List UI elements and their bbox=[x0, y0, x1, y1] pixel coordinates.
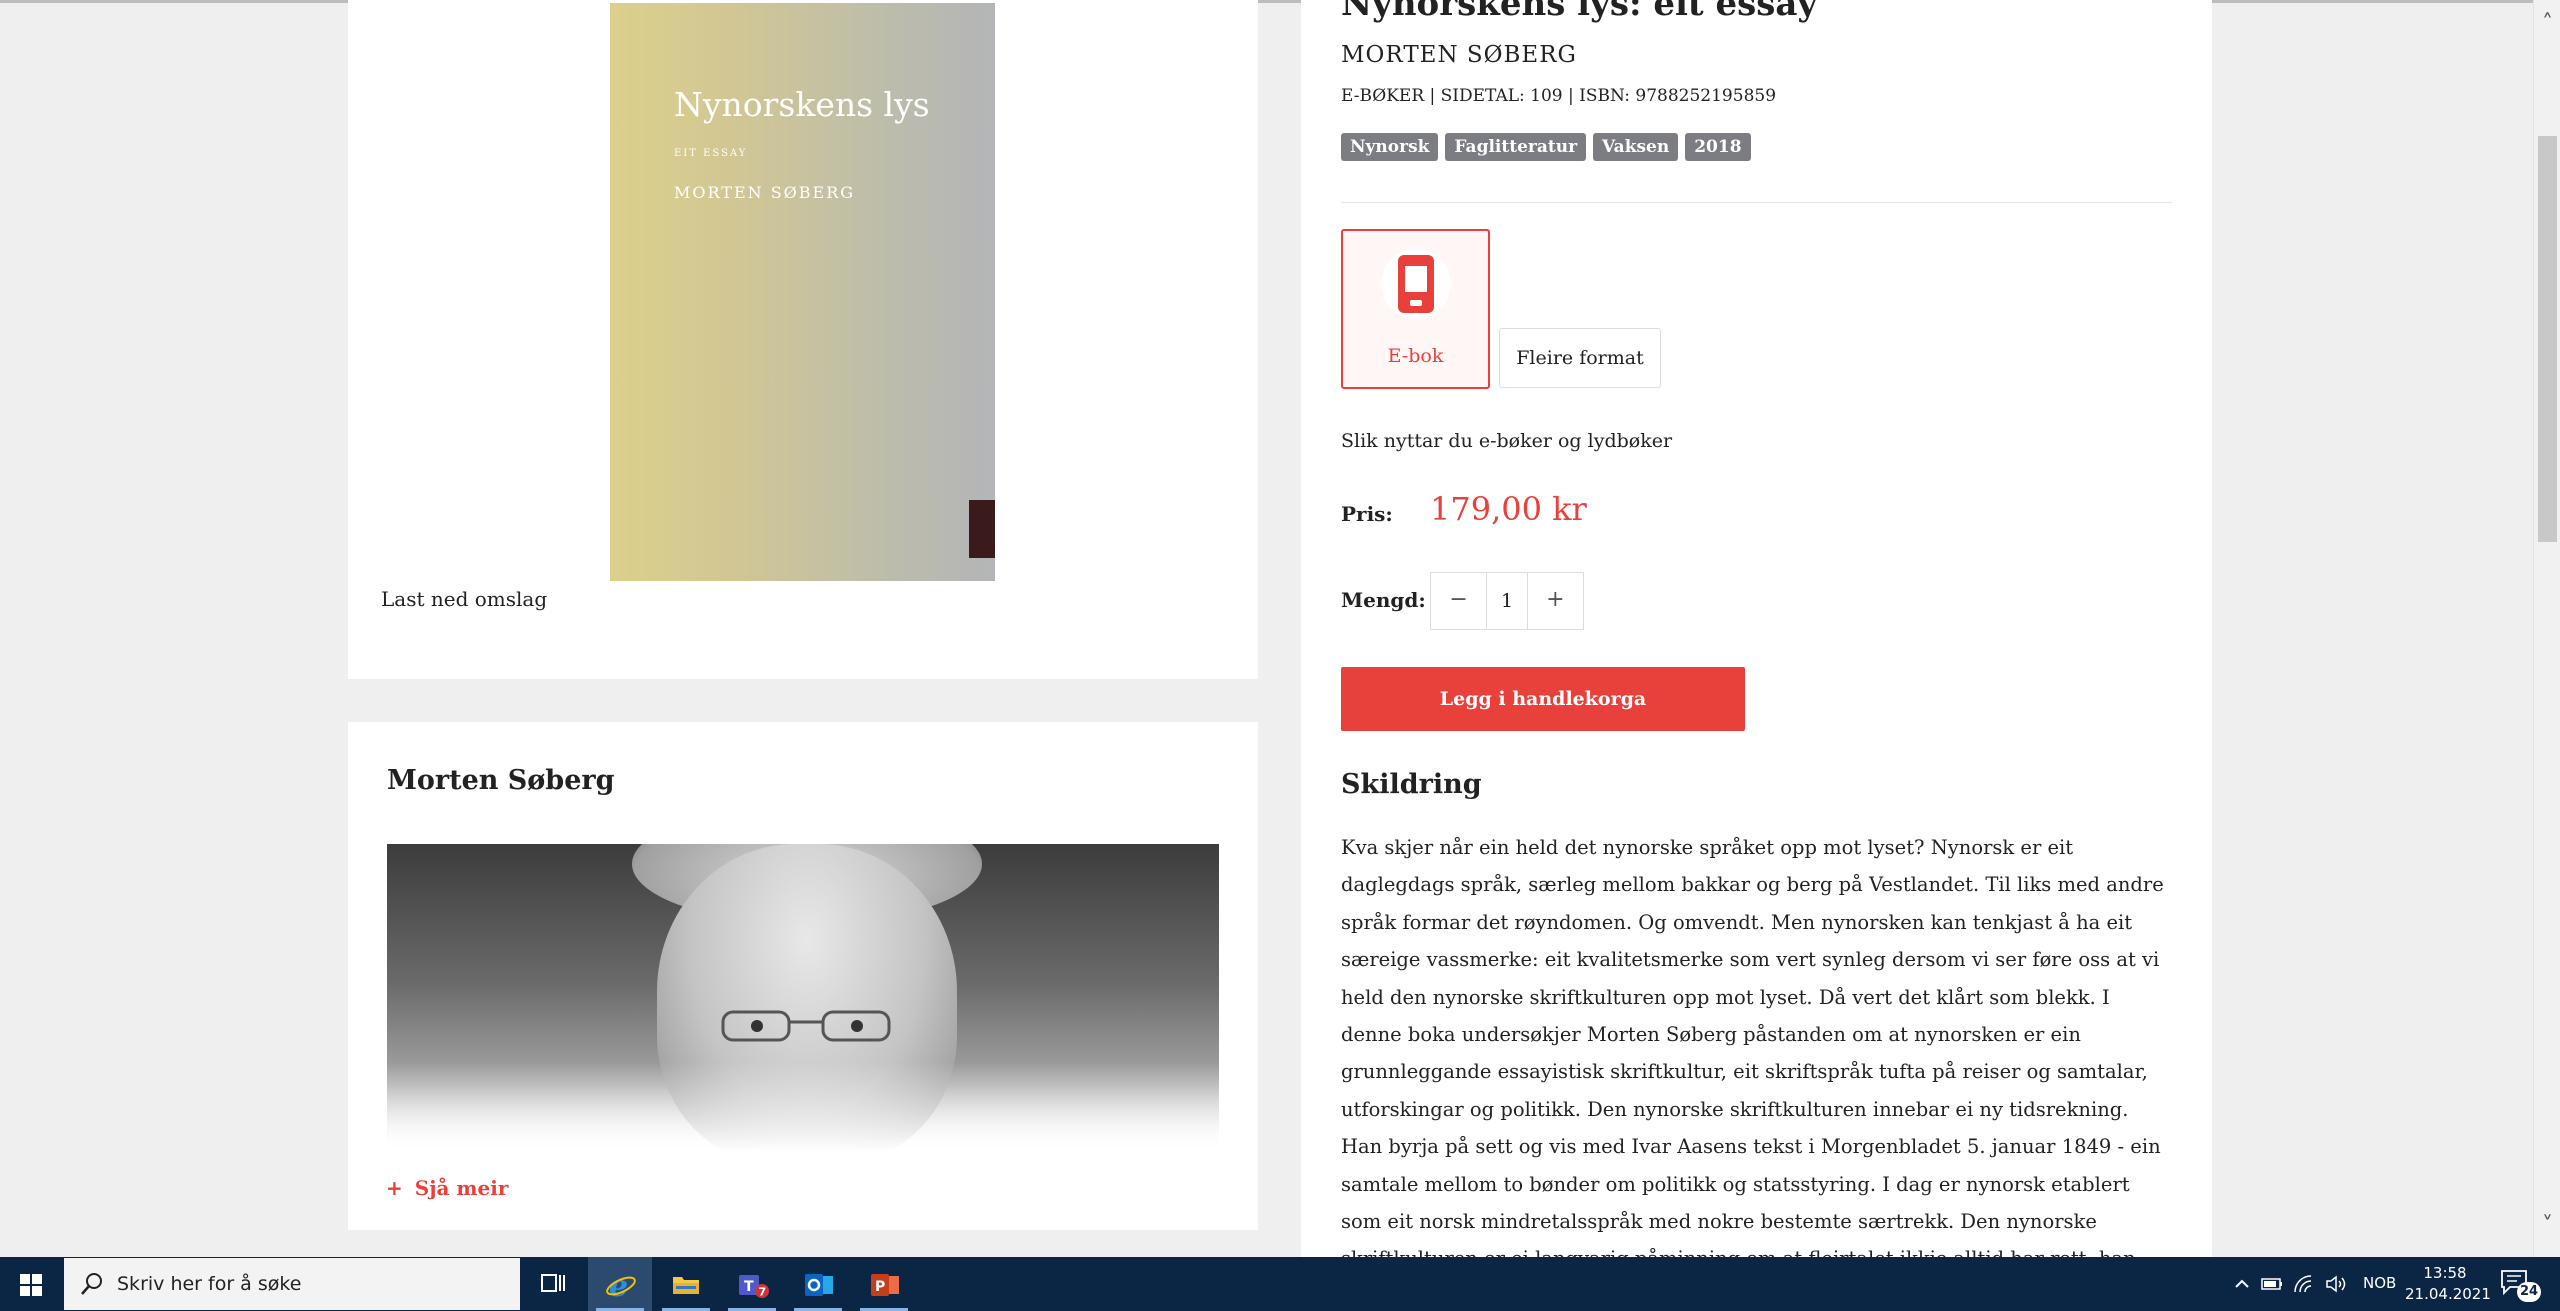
author-name: Morten Søberg bbox=[387, 765, 615, 796]
search-icon bbox=[81, 1273, 102, 1295]
tag-audience[interactable]: Vaksen bbox=[1593, 133, 1679, 161]
format-ebook-label: E-bok bbox=[1387, 345, 1444, 367]
product-author[interactable]: MORTEN SØBERG bbox=[1341, 42, 1577, 68]
network-icon[interactable] bbox=[2293, 1274, 2315, 1294]
quantity-increase-button[interactable]: + bbox=[1528, 573, 1583, 629]
glasses-shape bbox=[721, 1010, 891, 1042]
svg-text:T: T bbox=[744, 1279, 754, 1295]
powerpoint-icon: P bbox=[871, 1274, 899, 1296]
tag-list: Nynorsk Faglitteratur Vaksen 2018 bbox=[1341, 133, 1751, 161]
svg-text:P: P bbox=[875, 1279, 885, 1295]
book-cover: Nynorskens lys EIT ESSAY MORTEN SØBERG bbox=[610, 3, 995, 581]
clock[interactable]: 13:58 21.04.2021 bbox=[2405, 1263, 2491, 1305]
battery-icon[interactable] bbox=[2260, 1274, 2284, 1294]
svg-text:7: 7 bbox=[759, 1286, 767, 1299]
price-label: Pris: bbox=[1341, 502, 1393, 526]
cover-subtitle: EIT ESSAY bbox=[674, 148, 748, 159]
task-view-icon bbox=[541, 1274, 565, 1292]
language-indicator[interactable]: NOB bbox=[2363, 1274, 2396, 1311]
publisher-logo bbox=[969, 500, 995, 558]
file-explorer-icon bbox=[673, 1277, 699, 1294]
product-card: Nynorskens lys: eit essay MORTEN SØBERG … bbox=[1301, 0, 2212, 1257]
taskbar: Skriv her for å søke e T 7 P NOB 13:58 2… bbox=[0, 1257, 2560, 1311]
clock-time: 13:58 bbox=[2423, 1264, 2467, 1282]
quantity-input[interactable]: 1 bbox=[1486, 573, 1528, 629]
ebook-device-icon bbox=[1398, 255, 1434, 313]
clock-date: 21.04.2021 bbox=[2405, 1285, 2491, 1303]
download-cover-link[interactable]: Last ned omslag bbox=[381, 587, 547, 611]
description-text: Kva skjer når ein held det nynorske språ… bbox=[1341, 836, 2164, 1257]
quantity-decrease-button[interactable]: − bbox=[1431, 573, 1486, 629]
volume-icon[interactable] bbox=[2325, 1274, 2349, 1294]
more-formats-button[interactable]: Fleire format bbox=[1499, 328, 1661, 388]
scroll-up-icon[interactable]: ˄ bbox=[2534, 10, 2560, 37]
quantity-label: Mengd: bbox=[1341, 588, 1426, 612]
internet-explorer-button[interactable]: e bbox=[588, 1257, 652, 1311]
teams-button[interactable]: T 7 bbox=[720, 1257, 784, 1311]
task-view-button[interactable] bbox=[522, 1257, 586, 1311]
see-more-label: Sjå meir bbox=[414, 1176, 509, 1200]
plus-icon: + bbox=[386, 1176, 403, 1200]
see-more-link[interactable]: + Sjå meir bbox=[386, 1176, 508, 1200]
product-meta: E-BØKER | SIDETAL: 109 | ISBN: 978825219… bbox=[1341, 86, 1777, 106]
tag-genre[interactable]: Faglitteratur bbox=[1445, 133, 1587, 161]
file-explorer-button[interactable] bbox=[654, 1257, 718, 1311]
quantity-stepper: − 1 + bbox=[1430, 572, 1584, 630]
format-ebook-option[interactable]: E-bok bbox=[1341, 229, 1490, 389]
add-to-cart-button[interactable]: Legg i handlekorga bbox=[1341, 667, 1745, 731]
vertical-scrollbar[interactable]: ˄ ˅ bbox=[2533, 0, 2560, 1257]
author-card: Morten Søberg + Sjå meir bbox=[348, 722, 1258, 1230]
show-hidden-icons-icon[interactable] bbox=[2233, 1275, 2251, 1293]
start-button[interactable] bbox=[0, 1257, 62, 1311]
taskbar-search-box[interactable]: Skriv her for å søke bbox=[64, 1258, 520, 1310]
notification-count: 24 bbox=[2517, 1282, 2541, 1302]
tag-year[interactable]: 2018 bbox=[1685, 133, 1751, 161]
scroll-down-icon[interactable]: ˅ bbox=[2534, 1212, 2560, 1239]
windows-icon bbox=[20, 1274, 42, 1296]
author-photo bbox=[387, 844, 1219, 1152]
search-placeholder: Skriv her for å søke bbox=[117, 1273, 302, 1295]
divider bbox=[1341, 202, 2172, 203]
cover-author: MORTEN SØBERG bbox=[674, 183, 856, 202]
powerpoint-button[interactable]: P bbox=[852, 1257, 916, 1311]
tag-language[interactable]: Nynorsk bbox=[1341, 133, 1439, 161]
cover-title: Nynorskens lys bbox=[674, 85, 930, 124]
product-title: Nynorskens lys: eit essay bbox=[1341, 0, 1818, 24]
price-value: 179,00 kr bbox=[1430, 490, 1587, 528]
outlook-icon bbox=[805, 1274, 833, 1296]
howto-link[interactable]: Slik nyttar du e-bøker og lydbøker bbox=[1341, 430, 1672, 452]
cover-card: Nynorskens lys EIT ESSAY MORTEN SØBERG L… bbox=[348, 0, 1258, 679]
description-heading: Skildring bbox=[1341, 769, 1482, 800]
teams-icon: T 7 bbox=[739, 1275, 769, 1299]
outlook-button[interactable] bbox=[786, 1257, 850, 1311]
browser-viewport: Nynorskens lys EIT ESSAY MORTEN SØBERG L… bbox=[0, 0, 2533, 1257]
internet-explorer-icon: e bbox=[606, 1269, 636, 1301]
scroll-thumb[interactable] bbox=[2538, 136, 2557, 542]
